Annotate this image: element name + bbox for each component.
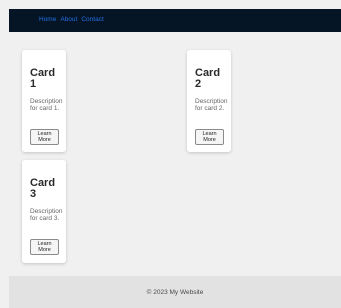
- card-title: Card 3: [30, 177, 56, 200]
- card-description: Description for card 3.: [30, 208, 63, 223]
- card-description: Description for card 1.: [30, 98, 63, 113]
- nav-link-contact[interactable]: Contact: [81, 17, 103, 24]
- nav-link-home[interactable]: Home: [39, 17, 56, 24]
- nav-links: Home About Contact: [39, 17, 104, 24]
- card-description: Description for card 2.: [195, 98, 228, 113]
- top-navbar: Home About Contact: [9, 9, 341, 32]
- nav-link-about[interactable]: About: [60, 17, 77, 24]
- page: Home About Contact Card 1 Description fo…: [0, 0, 341, 308]
- card-title: Card 1: [30, 67, 56, 90]
- card-title: Card 2: [195, 67, 221, 90]
- page-footer: © 2023 My Website: [9, 276, 341, 308]
- learn-more-button[interactable]: Learn More: [30, 129, 59, 145]
- card-3: Card 3 Description for card 3. Learn Mor…: [22, 160, 66, 263]
- learn-more-button[interactable]: Learn More: [195, 129, 224, 145]
- card-1: Card 1 Description for card 1. Learn Mor…: [22, 50, 66, 152]
- card-2: Card 2 Description for card 2. Learn Mor…: [187, 50, 231, 152]
- learn-more-button[interactable]: Learn More: [30, 239, 59, 255]
- footer-copyright: © 2023 My Website: [146, 289, 204, 296]
